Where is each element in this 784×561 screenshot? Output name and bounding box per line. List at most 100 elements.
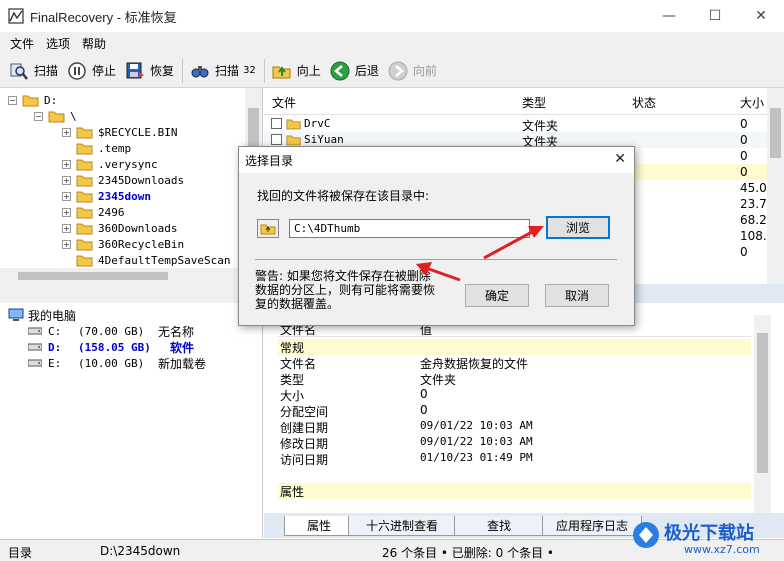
scan32-label: 扫描	[215, 64, 240, 78]
column-header-status[interactable]: 状态	[632, 94, 656, 114]
tree-item[interactable]: .temp	[76, 140, 131, 156]
column-header-type[interactable]: 类型	[522, 94, 546, 114]
computer-icon	[8, 308, 24, 321]
drive-item[interactable]: C: (70.00 GB) 无名称	[28, 323, 194, 339]
property-row: 修改日期 09/01/22 10:03 AM	[278, 435, 751, 451]
close-button[interactable]: ✕	[738, 0, 784, 32]
properties-vertical-scrollbar[interactable]	[754, 315, 771, 513]
tree-item[interactable]: + 2345Downloads	[62, 172, 184, 188]
drive-icon	[28, 343, 42, 351]
watermark-brand: 极光下载站	[664, 523, 754, 544]
menu-options[interactable]: 选项	[46, 35, 70, 52]
property-value: 文件夹	[420, 373, 457, 387]
scan32-button[interactable]: 扫描 32	[189, 60, 256, 82]
expand-icon[interactable]: +	[62, 127, 71, 137]
expand-icon[interactable]: +	[62, 239, 71, 249]
tree-root-label: D:	[44, 93, 58, 107]
tab-app-log[interactable]: 应用程序日志	[542, 516, 642, 536]
menu-help[interactable]: 帮助	[82, 35, 106, 52]
watermark-url: www.xz7.com	[684, 543, 760, 556]
property-key: 访问日期	[280, 453, 329, 467]
scroll-thumb[interactable]	[770, 108, 781, 158]
scan-button[interactable]: 扫描	[8, 60, 58, 82]
dialog-warning: 警告: 如果您将文件保存在被删除数据的分区上，则有可能将需要恢复的数据覆盖。	[255, 269, 436, 311]
tree-root[interactable]: − D:	[8, 92, 57, 108]
stop-label: 停止	[92, 64, 117, 78]
directory-path-field[interactable]: C:\4DThumb	[289, 219, 530, 238]
collapse-icon[interactable]: −	[8, 95, 17, 105]
expand-icon[interactable]: +	[62, 175, 71, 185]
tree-item[interactable]: + 360RecycleBin	[62, 236, 184, 252]
property-key: 文件名	[280, 357, 317, 371]
ok-button[interactable]: 确定	[465, 284, 529, 307]
row-checkbox[interactable]	[271, 118, 282, 129]
tree-item-label: 4DefaultTempSaveScan	[98, 253, 231, 267]
file-name: DrvC	[304, 117, 331, 130]
folder-icon	[76, 127, 93, 138]
property-value: 09/01/22 10:03 AM	[420, 419, 533, 432]
expand-icon[interactable]: +	[62, 223, 71, 233]
tree-item-backslash[interactable]: − \	[34, 108, 77, 124]
drive-item-selected[interactable]: D: (158.05 GB) 软件	[28, 339, 194, 355]
maximize-button[interactable]: ☐	[692, 0, 738, 32]
forward-button[interactable]: 向前	[387, 60, 437, 82]
section-attr-label: 属性	[280, 485, 305, 499]
minimize-button[interactable]: —	[646, 0, 692, 32]
scroll-thumb[interactable]	[757, 333, 768, 473]
tree-item[interactable]: 4DefaultTempSaveScan	[76, 252, 230, 268]
scroll-thumb[interactable]	[18, 272, 168, 280]
folder-icon	[76, 207, 93, 218]
tree-item-label: \	[70, 109, 77, 123]
property-value: 金舟数据恢复的文件	[420, 357, 529, 371]
property-row: 类型 文件夹	[278, 371, 751, 387]
floppy-restore-icon	[124, 60, 146, 82]
property-row: 创建日期 09/01/22 10:03 AM	[278, 419, 751, 435]
stop-button[interactable]: 停止	[66, 60, 116, 82]
folder-icon	[286, 135, 301, 146]
dialog-title-bar: 选择目录 ✕	[239, 147, 634, 173]
expand-icon[interactable]: +	[62, 207, 71, 217]
drive-icon	[28, 327, 42, 335]
file-size: 0	[740, 245, 748, 259]
tree-item[interactable]: + .verysync	[62, 156, 158, 172]
tree-item-label: 2345Downloads	[98, 173, 185, 187]
back-button[interactable]: 后退	[329, 60, 379, 82]
property-value: 0	[420, 403, 428, 417]
column-header-file[interactable]: 文件	[272, 94, 296, 114]
file-name: SiYuan	[304, 133, 344, 146]
tab-find[interactable]: 查找	[454, 516, 544, 536]
property-key: 大小	[280, 389, 305, 403]
folder-icon	[76, 223, 93, 234]
up-button[interactable]: 向上	[271, 60, 321, 82]
drive-item[interactable]: E: (10.00 GB) 新加载卷	[28, 355, 206, 371]
property-key: 分配空间	[280, 405, 329, 419]
tab-hex-view[interactable]: 十六进制查看	[348, 516, 456, 536]
row-checkbox[interactable]	[271, 134, 282, 145]
tree-item[interactable]: + $RECYCLE.BIN	[62, 124, 177, 140]
tab-properties[interactable]: 属性	[284, 516, 354, 536]
dialog-close-icon[interactable]: ✕	[614, 151, 626, 167]
tree-item-selected[interactable]: + 2345down	[62, 188, 151, 204]
tree-item-label: .verysync	[98, 157, 158, 171]
restore-button[interactable]: 恢复	[124, 60, 174, 82]
panel-splitter[interactable]	[0, 284, 263, 303]
expand-icon[interactable]: +	[62, 191, 71, 201]
drive-label: 无名称	[158, 324, 195, 339]
menu-file[interactable]: 文件	[10, 35, 34, 52]
collapse-icon[interactable]: −	[34, 111, 43, 121]
tree-item[interactable]: + 360Downloads	[62, 220, 177, 236]
expand-icon[interactable]: +	[62, 159, 71, 169]
filelist-vertical-scrollbar[interactable]	[767, 88, 784, 284]
column-header-size[interactable]: 大小	[740, 94, 764, 114]
tree-horizontal-scrollbar[interactable]	[0, 268, 262, 284]
my-computer-node[interactable]: 我的电脑	[8, 307, 76, 323]
folder-up-button[interactable]	[257, 219, 279, 238]
tree-item[interactable]: + 2496	[62, 204, 125, 220]
folder-icon	[76, 175, 93, 186]
file-size: 68.2	[740, 213, 767, 227]
cancel-button[interactable]: 取消	[545, 284, 609, 307]
browse-button[interactable]: 浏览	[546, 216, 610, 239]
table-row[interactable]: DrvC 文件夹 0	[264, 116, 769, 133]
property-value: 0	[420, 387, 428, 401]
forward-label: 向前	[412, 64, 437, 78]
